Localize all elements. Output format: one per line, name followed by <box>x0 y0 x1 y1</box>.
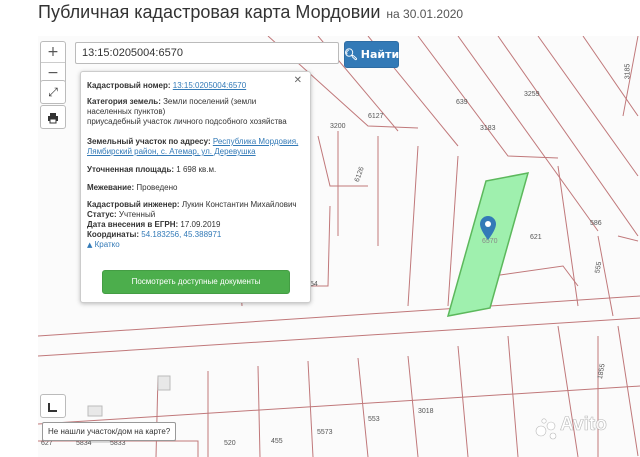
land-use-value: приусадебный участок личного подсобного … <box>87 117 287 126</box>
layers-button[interactable] <box>40 394 66 418</box>
parcel-info-popup: ✕ Кадастровый номер: 13:15:0205004:6570 … <box>80 71 311 303</box>
caret-up-icon: ▲ <box>87 241 93 249</box>
land-category-row: Категория земель: Земли поселений (земли… <box>87 97 301 127</box>
parcel-label-455: 455 <box>271 438 283 445</box>
cadastral-number-row: Кадастровый номер: 13:15:0205004:6570 <box>87 81 301 91</box>
land-category-value-2: населенных пунктов) <box>87 107 166 116</box>
status-label: Статус: <box>87 210 117 219</box>
brief-row: ▲ Кратко <box>87 240 301 250</box>
parcel-label-3183: 3183 <box>480 125 496 132</box>
fullscreen-button[interactable]: ⤢ <box>40 80 66 104</box>
parcel-label-5833: 5833 <box>110 440 126 447</box>
parcel-label-3259: 3259 <box>524 91 540 98</box>
print-button[interactable] <box>40 105 66 129</box>
not-found-button[interactable]: Не нашли участок/дом на карте? <box>42 422 177 441</box>
survey-row: Межевание: Проведено <box>87 183 301 193</box>
parcel-label-3185: 3185 <box>624 63 632 80</box>
land-category-label: Категория земель: <box>87 97 161 106</box>
page-title-text: Публичная кадастровая карта Мордовии <box>38 2 381 22</box>
page-date: на 30.01.2020 <box>386 7 464 21</box>
status-row: Статус: Учтенный <box>87 210 301 220</box>
search-button-label: Найти <box>360 48 400 61</box>
address-label: Земельный участок по адресу: <box>87 137 211 146</box>
coords-link[interactable]: 54.183256, 45.388971 <box>141 230 221 239</box>
location-marker-icon[interactable] <box>480 216 496 240</box>
page-title: Публичная кадастровая карта Мордовии на 3… <box>38 2 463 28</box>
search-input[interactable] <box>75 42 339 64</box>
search-icon: 🔍︎ <box>343 48 358 61</box>
parcel-label-54: 54 <box>310 281 318 288</box>
status-value: Учтенный <box>118 210 156 219</box>
address-link-2[interactable]: Лямбирский район, с. Атемар, ул. Деревуш… <box>87 147 256 156</box>
land-category-value: Земли поселений (земли <box>163 97 257 106</box>
engineer-row: Кадастровый инженер: Лукин Константин Ми… <box>87 200 301 210</box>
area-row: Уточненная площадь: 1 698 кв.м. <box>87 165 301 175</box>
survey-label: Межевание: <box>87 183 135 192</box>
print-icon <box>48 112 58 124</box>
survey-value: Проведено <box>136 183 178 192</box>
engineer-value: Лукин Константин Михайлович <box>181 200 297 209</box>
parcel-label-5834: 5834 <box>76 440 92 447</box>
avito-watermark: Avito <box>560 414 607 436</box>
parcel-label-520: 520 <box>224 440 236 447</box>
parcel-label-3200: 3200 <box>330 123 346 130</box>
parcel-label-553: 553 <box>368 416 380 423</box>
area-label: Уточненная площадь: <box>87 165 175 174</box>
parcel-label-586: 586 <box>590 220 602 227</box>
zoom-control: + − <box>40 41 66 84</box>
coords-label: Координаты: <box>87 230 140 239</box>
parcel-label-3018: 3018 <box>418 408 434 415</box>
egrn-date-row: Дата внесения в ЕГРН: 17.09.2019 <box>87 220 301 230</box>
expand-icon: ⤢ <box>48 85 58 99</box>
view-documents-button[interactable]: Посмотреть доступные документы <box>102 270 290 294</box>
cadastral-number-label: Кадастровый номер: <box>87 81 171 90</box>
cadastral-map[interactable]: 639 3259 3183 3200 6127 6126 621 586 555… <box>38 36 640 457</box>
parcel-label-6127: 6127 <box>368 113 384 120</box>
area-value: 1 698 кв.м. <box>176 165 217 174</box>
address-link-1[interactable]: Республика Мордовия, <box>213 137 298 146</box>
address-row: Земельный участок по адресу: Республика … <box>87 137 301 157</box>
parcel-label-621: 621 <box>530 234 542 241</box>
parcel-label-5573: 5573 <box>317 429 333 436</box>
egrn-date-value: 17.09.2019 <box>180 220 221 229</box>
engineer-label: Кадастровый инженер: <box>87 200 180 209</box>
parcel-label-627: 627 <box>41 440 53 447</box>
coords-row: Координаты: 54.183256, 45.388971 <box>87 230 301 240</box>
zoom-in-button[interactable]: + <box>41 42 65 62</box>
search-button[interactable]: 🔍︎ Найти <box>344 41 399 68</box>
layers-icon <box>48 402 57 412</box>
parcel-label-639: 639 <box>456 99 468 106</box>
brief-link[interactable]: Кратко <box>95 240 120 249</box>
cadastral-number-link[interactable]: 13:15:0205004:6570 <box>173 81 246 90</box>
egrn-date-label: Дата внесения в ЕГРН: <box>87 220 179 229</box>
